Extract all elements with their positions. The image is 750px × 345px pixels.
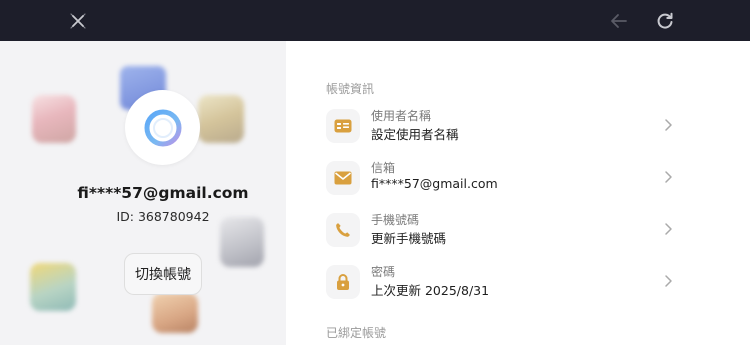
section-title-bound-accounts: 已綁定帳號	[326, 326, 387, 340]
row-value: 設定使用者名稱	[371, 127, 459, 142]
arrow-left-icon	[611, 14, 627, 28]
row-value: 上次更新 2025/8/31	[371, 283, 490, 298]
row-value: 更新手機號碼	[371, 231, 447, 246]
game-icon-blurred	[220, 217, 264, 267]
top-bar	[0, 0, 750, 41]
chevron-right-icon	[665, 119, 672, 131]
game-icon-blurred	[198, 95, 244, 143]
game-icon-blurred	[32, 95, 76, 143]
refresh-icon	[657, 12, 673, 29]
account-row-phone[interactable]: 手機號碼 更新手機號碼	[326, 211, 676, 255]
game-icon-blurred	[152, 293, 198, 333]
row-label: 手機號碼	[371, 213, 420, 227]
mail-icon	[334, 171, 352, 185]
chevron-right-icon	[665, 275, 672, 287]
avatar	[125, 90, 200, 165]
back-button[interactable]	[604, 6, 634, 36]
account-row-username[interactable]: 使用者名稱 設定使用者名稱	[326, 107, 676, 151]
row-label: 密碼	[371, 265, 396, 279]
account-id: ID: 368780942	[116, 209, 210, 224]
switch-account-button[interactable]: 切換帳號	[124, 253, 202, 295]
account-email: fi****57@gmail.com	[77, 184, 249, 202]
row-value: fi****57@gmail.com	[371, 176, 498, 191]
lock-icon	[337, 274, 349, 290]
chevron-right-icon	[665, 223, 672, 235]
id-card-icon	[334, 119, 352, 133]
close-button[interactable]	[63, 6, 93, 36]
section-title-account-info: 帳號資訊	[326, 82, 375, 96]
phone-icon	[336, 223, 350, 237]
account-row-password[interactable]: 密碼 上次更新 2025/8/31	[326, 263, 676, 307]
game-icon-blurred	[30, 263, 76, 311]
account-row-email[interactable]: 信箱 fi****57@gmail.com	[326, 159, 676, 203]
chevron-right-icon	[665, 171, 672, 183]
ring-logo-icon	[144, 109, 181, 146]
close-x-icon	[70, 13, 86, 29]
refresh-button[interactable]	[650, 6, 680, 36]
row-label: 使用者名稱	[371, 109, 432, 123]
row-label: 信箱	[371, 161, 396, 175]
